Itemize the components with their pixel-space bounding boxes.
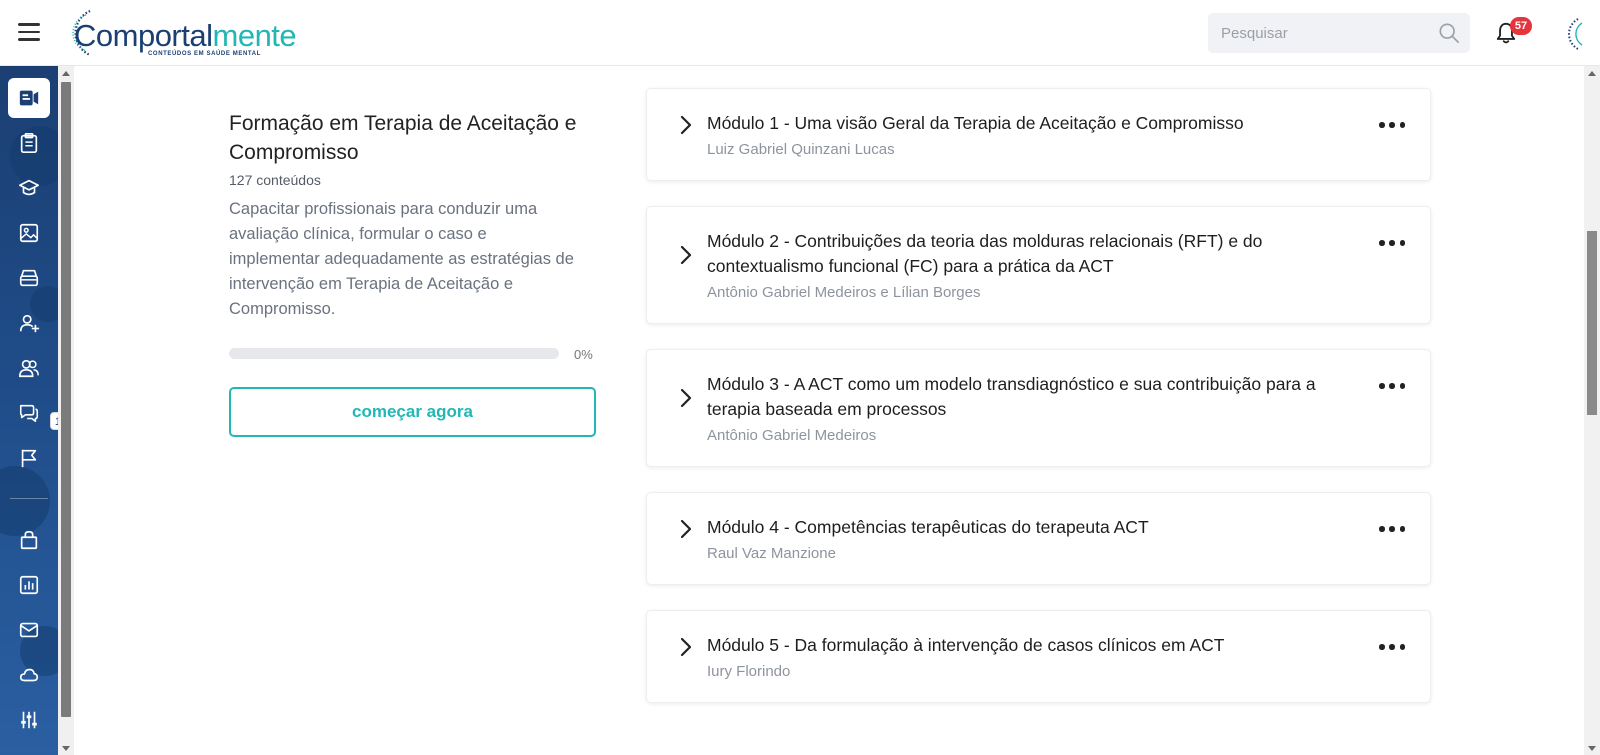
sidebar-item-tasks[interactable] (8, 123, 50, 163)
sidebar-item-analytics[interactable] (8, 565, 50, 605)
brand-tagline: CONTEÚDOS EM SAÚDE MENTAL (148, 51, 261, 57)
brand-logo[interactable]: Comportalmente CONTEÚDOS EM SAÚDE MENTAL (56, 6, 306, 60)
image-icon (19, 223, 39, 243)
module-title: Módulo 5 - Da formulação à intervenção d… (707, 635, 1225, 655)
page-scrollbar[interactable] (1584, 66, 1600, 755)
chevron-right-icon[interactable] (680, 388, 692, 408)
more-options-icon[interactable] (1379, 523, 1405, 535)
flag-icon (21, 449, 37, 468)
more-options-icon[interactable] (1379, 237, 1405, 249)
sidebar-item-courses[interactable] (8, 168, 50, 208)
main-content: Formação em Terapia de Aceitação e Compr… (74, 66, 1584, 755)
module-title: Módulo 3 - A ACT como um modelo transdia… (707, 374, 1316, 419)
sidebar-item-cloud[interactable] (8, 655, 50, 695)
sidebar-item-settings[interactable] (8, 700, 50, 740)
sidebar-item-reports[interactable] (8, 438, 50, 478)
chevron-right-icon[interactable] (680, 115, 692, 135)
avatar[interactable] (1548, 14, 1588, 54)
page-scroll-thumb[interactable] (1587, 231, 1597, 415)
sidebar (0, 66, 58, 755)
sidebar-item-add-user[interactable] (8, 303, 50, 343)
course-progress-label: 0% (574, 347, 593, 362)
module-card[interactable]: Módulo 3 - A ACT como um modelo transdia… (646, 349, 1431, 467)
more-options-icon[interactable] (1379, 119, 1405, 131)
scroll-up-arrow-icon[interactable] (1588, 71, 1596, 76)
sidebar-item-users[interactable] (8, 348, 50, 388)
module-card[interactable]: Módulo 4 - Competências terapêuticas do … (646, 492, 1431, 585)
sidebar-item-gallery[interactable] (8, 213, 50, 253)
chevron-right-icon[interactable] (680, 637, 692, 657)
module-card[interactable]: Módulo 1 - Uma visão Geral da Terapia de… (646, 88, 1431, 181)
course-description: Capacitar profissionais para conduzir um… (229, 200, 574, 318)
search-icon[interactable] (1438, 22, 1460, 44)
more-options-icon[interactable] (1379, 641, 1405, 653)
scroll-down-arrow-icon[interactable] (1588, 746, 1596, 751)
course-progress-bar (229, 348, 559, 359)
menu-icon[interactable] (18, 23, 40, 41)
graduation-cap-icon (19, 179, 39, 196)
chart-icon (19, 575, 39, 595)
chevron-right-icon[interactable] (680, 519, 692, 539)
chevron-right-icon[interactable] (680, 245, 692, 265)
module-title: Módulo 1 - Uma visão Geral da Terapia de… (707, 113, 1244, 133)
module-list: Módulo 1 - Uma visão Geral da Terapia de… (646, 88, 1431, 728)
top-bar: Comportalmente CONTEÚDOS EM SAÚDE MENTAL… (0, 0, 1600, 66)
sidebar-divider (10, 498, 48, 499)
mail-icon (19, 622, 39, 638)
users-icon (19, 359, 39, 378)
module-card[interactable]: Módulo 2 - Contribuições da teoria das m… (646, 206, 1431, 324)
module-title: Módulo 4 - Competências terapêuticas do … (707, 517, 1149, 537)
module-author: Antônio Gabriel Medeiros (707, 427, 877, 444)
sidebar-item-chat[interactable] (8, 393, 50, 433)
more-options-icon[interactable] (1379, 380, 1405, 392)
module-author: Raul Vaz Manzione (707, 545, 836, 562)
sidebar-scrollbar[interactable] (58, 66, 74, 755)
search-input[interactable] (1208, 13, 1428, 53)
sidebar-item-archive[interactable] (8, 258, 50, 298)
course-title: Formação em Terapia de Aceitação e Compr… (229, 112, 577, 164)
sidebar-item-store[interactable] (8, 520, 50, 560)
start-now-button[interactable]: começar agora (229, 387, 596, 437)
settings-sliders-icon (21, 711, 37, 729)
shopping-bag-icon (20, 530, 38, 550)
scroll-down-arrow-icon[interactable] (62, 746, 70, 751)
sidebar-scroll-thumb[interactable] (61, 82, 71, 717)
module-author: Luiz Gabriel Quinzani Lucas (707, 141, 895, 158)
contents-icon (19, 90, 39, 106)
search-box (1208, 13, 1470, 53)
module-author: Iury Florindo (707, 663, 791, 680)
sidebar-item-contents[interactable] (8, 78, 50, 118)
add-user-icon (19, 314, 40, 333)
course-content-count: 127 conteúdos (229, 172, 321, 188)
clipboard-icon (20, 133, 38, 153)
notifications-badge: 57 (1510, 17, 1532, 35)
module-card[interactable]: Módulo 5 - Da formulação à intervenção d… (646, 610, 1431, 703)
brand-name: Comportalmente (74, 18, 297, 53)
module-author: Antônio Gabriel Medeiros e Lílian Borges (707, 284, 981, 301)
sidebar-item-mail[interactable] (8, 610, 50, 650)
scroll-up-arrow-icon[interactable] (62, 71, 70, 76)
cloud-icon (19, 668, 39, 682)
module-title: Módulo 2 - Contribuições da teoria das m… (707, 231, 1263, 276)
chat-icon (19, 404, 39, 423)
archive-icon (19, 269, 39, 287)
